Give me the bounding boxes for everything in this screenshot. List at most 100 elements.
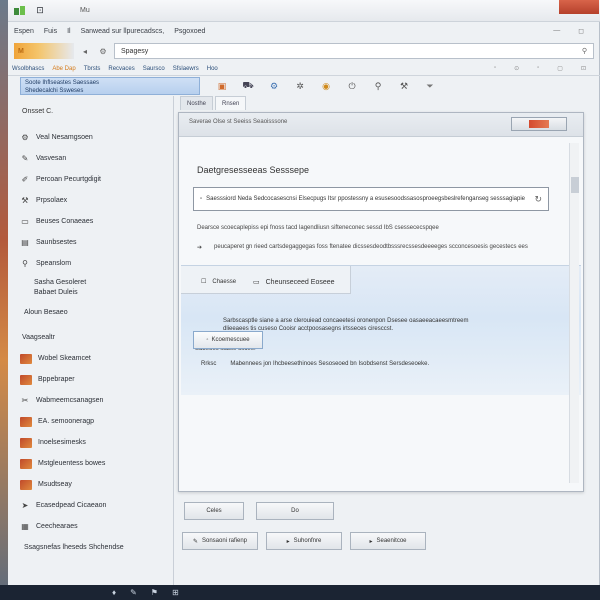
tab-abe-dap[interactable]: Abe Dap <box>52 66 75 72</box>
tab-wsolbhascs[interactable]: Wsolbhascs <box>12 66 44 72</box>
sidebar-item-15[interactable]: Mstgleuentess bowes <box>8 453 173 474</box>
footer-button-2[interactable]: ▸ Suhonfnre <box>266 532 342 550</box>
tab-strip: Wsolbhascs Abe Dap Tbrsts Recvaces Saurs… <box>8 62 600 76</box>
pin-icon[interactable]: ⚲ <box>372 80 384 92</box>
menu-item-psgoxoed[interactable]: Psgoxoed <box>174 28 205 35</box>
menu-item-espen[interactable]: Espen <box>14 28 34 35</box>
sidebar-item-17[interactable]: ➤ Ecasedpead Cicaeaon <box>8 495 173 516</box>
target-icon[interactable]: ⊙ <box>514 65 519 72</box>
sidebar-item-18[interactable]: ▦ Ceechearaes <box>8 516 173 537</box>
gear-icon[interactable]: ⚙ <box>268 80 280 92</box>
play-icon: ▸ <box>369 538 373 545</box>
sidebar-item-9[interactable]: Vaagsealtr <box>8 327 173 348</box>
sidebar-item-label: Msudtseay <box>38 481 72 488</box>
tab-nosthe[interactable]: Nosthe <box>180 96 214 110</box>
menu-item-sanwead[interactable]: Sanwead sur llpurecadscs, <box>81 28 165 35</box>
gear-icon: ⚙ <box>21 133 29 142</box>
sidebar-item-10[interactable]: Wobel Skeamcet <box>8 348 173 369</box>
window-frame-accent <box>0 0 8 600</box>
window-icon[interactable]: ▢ <box>557 65 563 72</box>
sidebar-item-16[interactable]: Msudtseay <box>8 474 173 495</box>
taskbar-app-icon-3[interactable]: ⚑ <box>151 588 158 597</box>
info-field[interactable]: ▫ Saesssiord Neda Sedcocasescnsi Elsecpu… <box>193 187 549 211</box>
panel-option-1[interactable]: ☐ Chaesse <box>201 278 237 286</box>
sidebar-item-label: Veal Nesamgsoen <box>36 134 93 141</box>
tab-sfslaewrs[interactable]: Sfslaewrs <box>173 66 199 72</box>
pin-icon: ⚲ <box>22 259 28 268</box>
footer-button-do[interactable]: Do <box>256 502 334 520</box>
taskbar-app-icon-2[interactable]: ✎ <box>130 588 137 597</box>
sidebar-item-11[interactable]: Bppebraper <box>8 369 173 390</box>
close-icon <box>529 120 549 128</box>
sidebar-item-6[interactable]: ⚲ Speanslom <box>8 253 173 274</box>
dialog-close-button[interactable] <box>511 117 567 131</box>
dialog-heading: Daetgresesseeas Sesssepe <box>197 165 310 175</box>
back-icon[interactable]: ◂ <box>78 44 92 58</box>
tab-saursco[interactable]: Saursco <box>143 66 165 72</box>
minimize-button[interactable] <box>503 0 531 14</box>
sidebar-item-2[interactable]: ✐ Percoan Pecurtgdigit <box>8 169 173 190</box>
sidebar-item-label: Beuses Conaeaes <box>36 218 94 225</box>
thumbnail-icon <box>20 416 32 427</box>
tab-tbrsts[interactable]: Tbrsts <box>84 66 101 72</box>
footer-button-celes[interactable]: Celes <box>184 502 244 520</box>
sidebar-item-1[interactable]: ✎ Vasvesan <box>8 148 173 169</box>
tab-recvaces[interactable]: Recvaces <box>108 66 134 72</box>
maximize-doc-icon[interactable]: ◻ <box>578 27 584 35</box>
footer-button-2-label: Suhonfnre <box>293 538 322 544</box>
selected-item[interactable]: Soote Ihflseastes Saessaes Shedecalchi S… <box>20 77 200 95</box>
menu-item-il[interactable]: Il <box>67 28 71 35</box>
close-window-button[interactable] <box>559 0 599 14</box>
sidebar-item-label: Aloun Besaeo <box>24 309 68 316</box>
maximize-button[interactable] <box>531 0 559 14</box>
sidebar-item-label: Ssagsnefas lheseds Shchendse <box>24 544 124 551</box>
window-icon: ▭ <box>253 279 260 286</box>
taskbar-app-icon-4[interactable]: ⊞ <box>172 588 179 597</box>
shield-icon[interactable]: ◉ <box>320 80 332 92</box>
filter-icon[interactable]: ⏷ <box>424 80 436 92</box>
minimize-doc-icon[interactable]: — <box>553 27 560 35</box>
sidebar-item-13[interactable]: EA. semooneragp <box>8 411 173 432</box>
settings-icon[interactable]: ✲ <box>294 80 306 92</box>
restore-icon[interactable]: ⊡ <box>34 5 46 17</box>
sidebar-item-3[interactable]: ⚒ Prpsolaex <box>8 190 173 211</box>
description-line-2-text: peucaperet gn rieed cartsdegaggegas foss… <box>214 244 528 250</box>
sidebar-item-7[interactable]: Sasha Gesoleret Babaet Duleis <box>8 274 173 302</box>
taskbar-app-icon-1[interactable]: ♦ <box>112 588 116 597</box>
scrollbar-thumb[interactable] <box>571 177 579 193</box>
view-icon[interactable]: ▫ <box>494 65 496 72</box>
footer-button-1[interactable]: ✎ Sonsaoni rafienp <box>182 532 258 550</box>
arrow-icon: ➔ <box>197 245 203 251</box>
checkbox-icon[interactable]: ☐ <box>201 278 206 285</box>
page-icon[interactable]: ▫ <box>537 65 539 72</box>
sidebar-item-0[interactable]: ⚙ Veal Nesamgsoen <box>8 127 173 148</box>
package-icon[interactable]: ▣ <box>216 80 228 92</box>
thumbnail-icon <box>20 437 32 448</box>
footer-button-3[interactable]: ▸ Seaenitcoe <box>350 532 426 550</box>
sidebar-item-4[interactable]: ▭ Beuses Conaeaes <box>8 211 173 232</box>
sidebar-item-label: Percoan Pecurtgdigit <box>36 176 101 183</box>
tab-hoo[interactable]: Hoo <box>207 66 218 72</box>
wrench-icon[interactable]: ⚒ <box>398 80 410 92</box>
sidebar-item-8[interactable]: Aloun Besaeo <box>8 302 173 323</box>
apply-button[interactable]: ◦ Kcoemescuee <box>193 331 263 349</box>
car-icon[interactable]: ⛟ <box>242 80 254 92</box>
sidebar-item-19[interactable]: Ssagsnefas lheseds Shchendse <box>8 537 173 558</box>
sidebar-item-5[interactable]: ▤ Saunbsestes <box>8 232 173 253</box>
panel-option-2[interactable]: ▭ Cheunseceed Eoseee <box>253 278 335 287</box>
search-icon[interactable]: ⚲ <box>582 47 587 55</box>
sidebar-item-12[interactable]: ✂ Wabmeemcsanagsen <box>8 390 173 411</box>
tab-rnsen[interactable]: Rnsen <box>215 96 247 110</box>
folder-icon: ▤ <box>21 238 29 247</box>
panel-option-1-label: Chaesse <box>212 278 237 285</box>
menu-item-fuis[interactable]: Fuis <box>44 28 57 35</box>
sidebar-item-label: Inoelsesimesks <box>38 439 86 446</box>
toolbar-tools: ▣ ⛟ ⚙ ✲ ◉ ⏻ ⚲ ⚒ ⏷ <box>216 80 436 92</box>
sidebar-item-14[interactable]: Inoelsesimesks <box>8 432 173 453</box>
search-input[interactable]: Spagesy ⚲ <box>114 43 594 59</box>
plug-icon[interactable]: ⏻ <box>346 80 358 92</box>
refresh-icon[interactable]: ↻ <box>534 194 542 205</box>
settings-icon[interactable]: ⚙ <box>96 44 110 58</box>
expand-icon[interactable]: ⊡ <box>581 65 586 72</box>
dialog-scrollbar[interactable] <box>569 143 579 483</box>
